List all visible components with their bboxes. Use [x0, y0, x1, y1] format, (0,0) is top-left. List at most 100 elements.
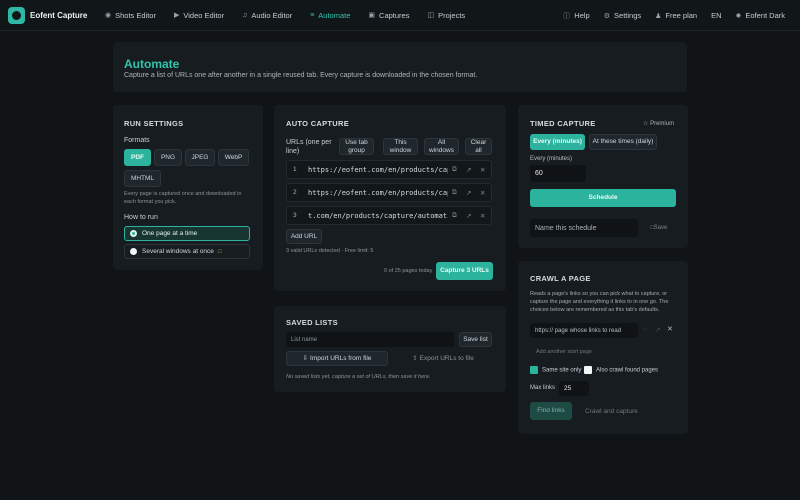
settings-button[interactable]: ⚙ Settings	[597, 0, 648, 31]
checkbox-unchecked-icon	[584, 366, 592, 374]
open-icon[interactable]: ↗	[466, 166, 471, 174]
app-name: Eofent Capture	[30, 10, 88, 20]
url-row-number: 3	[293, 212, 297, 219]
audio-icon: ♫	[242, 11, 248, 19]
logo-icon	[8, 6, 25, 24]
copy-icon[interactable]: ○	[643, 326, 647, 333]
format-pdf[interactable]: PDF	[124, 149, 151, 166]
nav-right: ⓘ Help ⚙ Settings ♟ Free plan EN ✹ Eofent Da…	[556, 0, 792, 31]
page-title: Automate	[124, 57, 180, 71]
max-links-input[interactable]: 25	[559, 381, 589, 396]
nav-shots-editor[interactable]: ◉ Shots Editor	[96, 0, 165, 31]
export-urls-button[interactable]: ⇧ Export URLs to file	[392, 351, 494, 366]
this-window-button[interactable]: This window	[383, 138, 418, 155]
timed-capture-title: TIMED CAPTURE	[530, 119, 596, 128]
same-site-checkbox[interactable]: Same site only	[530, 366, 581, 374]
captures-icon: ▣	[368, 12, 376, 19]
theme-button[interactable]: ✹ Eofent Dark	[729, 0, 792, 31]
find-links-button[interactable]: Find links	[530, 402, 572, 420]
schedule-name-input[interactable]: Name this schedule	[530, 219, 638, 237]
formats-help: Every page is captured once and download…	[124, 191, 242, 205]
crawl-description: Reads a page's links so you can pick wha…	[530, 291, 669, 313]
format-png[interactable]: PNG	[154, 149, 182, 166]
mode-every-minutes[interactable]: Every (minutes)	[530, 134, 585, 150]
list-name-input[interactable]: List name	[286, 332, 454, 347]
copy-icon[interactable]: ⧉	[452, 212, 457, 220]
format-mhtml[interactable]: MHTML	[124, 170, 161, 187]
schedule-button[interactable]: Schedule	[530, 189, 676, 207]
nav-audio-editor[interactable]: ♫ Audio Editor	[233, 0, 301, 31]
url-row-number: 1	[293, 166, 297, 173]
open-icon[interactable]: ↗	[466, 189, 471, 197]
copy-icon[interactable]: ⧉	[452, 189, 457, 197]
video-icon: ▶	[173, 12, 180, 19]
detected-urls-text: 3 valid URLs detected · Free limit: 5	[286, 248, 374, 254]
auto-capture-title: AUTO CAPTURE	[286, 119, 350, 128]
close-icon[interactable]: ✕	[480, 166, 485, 174]
user-icon: ♟	[655, 12, 662, 20]
close-icon[interactable]: ✕	[480, 189, 485, 197]
urls-label: URLs (one per line)	[286, 139, 332, 155]
copy-icon[interactable]: ⧉	[452, 166, 457, 174]
also-crawl-checkbox[interactable]: Also crawl found pages	[584, 366, 658, 374]
main-nav: ◉ Shots Editor ▶ Video Editor ♫ Audio Edito…	[96, 0, 474, 31]
format-webp[interactable]: WebP	[218, 149, 249, 166]
format-jpeg[interactable]: JPEG	[185, 149, 215, 166]
radio-selected-icon	[130, 230, 137, 237]
url-input[interactable]: https://eofent.com/en/products/capture	[308, 166, 448, 174]
crawl-url-input[interactable]: https:// page whose links to read	[530, 323, 638, 338]
use-tab-group-button[interactable]: Use tab group	[339, 138, 374, 155]
option-several-windows[interactable]: Several windows at once □	[124, 244, 250, 259]
nav-projects[interactable]: ◫ Projects	[418, 0, 474, 31]
save-schedule-button[interactable]: □Save	[650, 225, 667, 231]
help-icon: ⓘ	[563, 12, 571, 20]
url-input[interactable]: https://eofent.com/en/products/capture	[308, 189, 448, 197]
saved-lists-title: SAVED LISTS	[286, 318, 338, 327]
nav-video-editor[interactable]: ▶ Video Editor	[165, 0, 233, 31]
camera-icon: ◉	[105, 12, 112, 19]
saved-lists-empty: No saved lists yet, capture a set of URL…	[286, 374, 431, 380]
premium-badge: ☆ Premium	[643, 121, 675, 127]
crawl-title: CRAWL A PAGE	[530, 274, 591, 283]
add-start-page-link[interactable]: Add another start page	[536, 349, 592, 355]
option-one-at-a-time[interactable]: One page at a time	[124, 226, 250, 241]
every-minutes-label: Every (minutes)	[530, 156, 573, 162]
import-urls-button[interactable]: ⇩ Import URLs from file	[286, 351, 388, 366]
url-input[interactable]: t.com/en/products/capture/automation	[308, 212, 448, 220]
all-windows-button[interactable]: All windows	[424, 138, 459, 155]
capture-urls-button[interactable]: Capture 3 URLs	[436, 262, 493, 280]
import-icon: ⇩	[302, 354, 309, 362]
radio-unselected-icon	[130, 248, 137, 255]
projects-icon: ◫	[427, 12, 435, 19]
theme-icon: ✹	[735, 12, 742, 20]
url-row: 3 t.com/en/products/capture/automation ⧉…	[286, 206, 492, 225]
crawl-and-capture-button[interactable]: Crawl and capture	[585, 408, 638, 415]
plan-button[interactable]: ♟ Free plan	[648, 0, 704, 31]
mode-daily-times[interactable]: At these times (daily)	[589, 134, 657, 150]
nav-captures[interactable]: ▣ Captures	[359, 0, 418, 31]
language-button[interactable]: EN	[704, 0, 728, 31]
lock-icon: □	[217, 248, 222, 255]
open-icon[interactable]: ↗	[655, 326, 660, 334]
pages-today-text: 0 of 25 pages today	[384, 268, 433, 274]
nav-automate[interactable]: ≡ Automate	[301, 0, 359, 31]
help-button[interactable]: ⓘ Help	[556, 0, 596, 31]
max-links-label: Max links	[530, 385, 556, 391]
run-settings-title: RUN SETTINGS	[124, 119, 184, 128]
formats-label: Formats	[124, 137, 150, 144]
add-url-button[interactable]: Add URL	[286, 229, 322, 244]
automate-icon: ≡	[310, 11, 315, 19]
star-icon: ☆	[643, 121, 649, 127]
url-row: 2 https://eofent.com/en/products/capture…	[286, 183, 492, 202]
close-icon[interactable]: ✕	[667, 325, 673, 333]
save-list-button[interactable]: Save list	[459, 332, 492, 347]
export-icon: ⇧	[412, 354, 418, 362]
how-to-run-label: How to run	[124, 214, 158, 221]
close-icon[interactable]: ✕	[480, 212, 485, 220]
every-minutes-input[interactable]: 60	[530, 165, 586, 182]
page-subtitle: Capture a list of URLs one after another…	[124, 72, 478, 79]
clear-all-button[interactable]: Clear all	[465, 138, 492, 155]
open-icon[interactable]: ↗	[466, 212, 471, 220]
app-logo[interactable]: Eofent Capture	[8, 6, 88, 24]
checkbox-checked-icon	[530, 366, 538, 374]
